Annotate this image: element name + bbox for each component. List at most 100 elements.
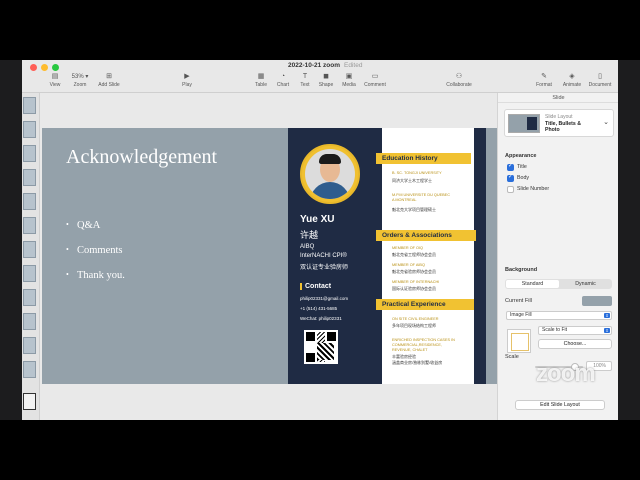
slide-number-checkbox[interactable] xyxy=(507,186,514,193)
format-icon: ✎ xyxy=(541,73,547,80)
slide-number-checkbox-label: Slide Number xyxy=(517,186,550,192)
qr-code xyxy=(304,330,338,364)
slide-canvas: Acknowledgement • Q&A • Comments • Thank yo… xyxy=(40,93,497,420)
standard-segment[interactable]: Standard xyxy=(506,280,559,288)
slide-thumbnail[interactable] xyxy=(23,217,36,234)
resume-edge xyxy=(474,128,486,384)
resume-credential: InterNACHI CPI® xyxy=(300,253,347,259)
slide-thumbnail[interactable] xyxy=(23,241,36,258)
bullet-dot-icon: • xyxy=(66,270,69,279)
add-slide-label: Add Slide xyxy=(98,82,120,88)
slide-title[interactable]: Acknowledgement xyxy=(66,146,217,169)
education-en: M.P.M UNIVERSITE DU QUEBEC xyxy=(392,193,450,197)
zoom-watermark-logo: zoom xyxy=(536,360,596,387)
toolbar: 2022-10-21 zoom Edited ▤ View 53% ▾ Zoom … xyxy=(22,60,618,92)
background-segmented-control: Standard Dynamic xyxy=(505,279,612,289)
title-checkbox[interactable] xyxy=(507,162,514,171)
document-title: 2022-10-21 zoom Edited xyxy=(288,62,362,69)
bullet-dot-icon: • xyxy=(66,220,69,229)
education-heading: Education History xyxy=(376,153,471,164)
body-checkbox-label: Body xyxy=(517,175,530,181)
practical-en: REVENUE, CHALET xyxy=(392,348,428,352)
slide-thumbnail[interactable] xyxy=(23,145,36,162)
resume-photo[interactable]: Yue XU 许越 AIBQ InterNACHI CPI® 双认证专业验房师 … xyxy=(288,128,486,384)
bullet-item: • Thank you. xyxy=(66,270,125,295)
slide-thumbnail[interactable] xyxy=(23,265,36,282)
appearance-heading: Appearance xyxy=(505,153,537,159)
scale-mode-select[interactable]: Scale to Fit ⇕ xyxy=(538,326,612,335)
bullet-text: Q&A xyxy=(77,220,101,231)
background-heading: Background xyxy=(505,267,538,273)
resume-credential: 双认证专业验房师 xyxy=(300,265,349,271)
portrait-avatar xyxy=(300,144,360,204)
choose-image-button[interactable]: Choose... xyxy=(538,339,612,349)
contact-email: philip02331@gmail.com xyxy=(300,296,349,301)
slide-thumbnail[interactable] xyxy=(23,313,36,330)
screen: 2022-10-21 zoom Edited ▤ View 53% ▾ Zoom … xyxy=(0,0,640,480)
left-dark-strip xyxy=(0,60,22,420)
current-fill-swatch[interactable] xyxy=(582,296,612,306)
orders-cn: 国际认证验房师协会会员 xyxy=(392,286,436,291)
slide-layout-picker[interactable]: Slide Layout Title, Bullets & Photo ⌄ xyxy=(504,109,614,137)
slide-thumbnail[interactable] xyxy=(23,337,36,354)
orders-cn: 魁北克省工程师协会会员 xyxy=(392,252,436,257)
add-slide-button[interactable]: ⊞ Add Slide xyxy=(94,72,124,88)
practical-cn: 涵盖商业房/独栋别墅/收益房 xyxy=(392,360,443,365)
slide-thumbnail[interactable] xyxy=(23,361,36,378)
comment-icon: ▭ xyxy=(371,73,379,80)
document-name: 2022-10-21 zoom xyxy=(288,62,341,69)
comment-label: Comment xyxy=(364,82,386,88)
animate-button[interactable]: ◈ Animate xyxy=(557,72,587,88)
orders-heading: Orders & Associations xyxy=(376,230,476,241)
bullet-text: Thank you. xyxy=(77,270,125,281)
document-icon: ▯ xyxy=(598,73,602,80)
comment-button[interactable]: ▭ Comment xyxy=(360,72,390,88)
practical-cn: 多年项目现场结构工程师 xyxy=(392,323,436,328)
orders-en: MEMBER OF AIBQ xyxy=(392,263,425,267)
avatar-hair xyxy=(319,154,341,164)
format-button[interactable]: ✎ Format xyxy=(529,72,559,88)
education-en: B. SC. TONGJI UNIVERSITY xyxy=(392,171,442,175)
orders-cn: 魁北克省验房师协会会员 xyxy=(392,269,436,274)
edited-status: Edited xyxy=(344,62,363,69)
slide-thumbnail[interactable] xyxy=(23,169,36,186)
document-button[interactable]: ▯ Document xyxy=(585,72,615,88)
play-label: Play xyxy=(182,82,192,88)
contact-phone: +1 (514) 431-5685 xyxy=(300,306,338,311)
slide-thumbnail[interactable] xyxy=(23,97,36,114)
slide-thumbnail[interactable] xyxy=(23,193,36,210)
zoom-button[interactable]: 53% ▾ Zoom xyxy=(65,72,95,88)
fill-type-select[interactable]: Image Fill ⇕ xyxy=(506,311,612,320)
add-slide-icon: ⊞ xyxy=(106,73,112,80)
orders-en: MEMBER OF INTERNACHI xyxy=(392,280,440,284)
right-dark-strip xyxy=(618,60,640,420)
document-label: Document xyxy=(588,82,612,88)
edit-slide-layout-button[interactable]: Edit Slide Layout xyxy=(515,400,605,410)
bullet-dot-icon: • xyxy=(66,245,69,254)
slide-bullets[interactable]: • Q&A • Comments • Thank you. xyxy=(66,220,125,295)
close-window-button[interactable] xyxy=(30,64,37,71)
slide-thumbnail-selected[interactable] xyxy=(23,393,36,410)
current-fill-label: Current Fill xyxy=(505,298,532,304)
image-well[interactable] xyxy=(507,329,531,353)
education-cn: 魁北克大学项目管理硕士 xyxy=(392,207,436,212)
minimize-window-button[interactable] xyxy=(41,64,48,71)
education-cn: 同济大学土木工程学士 xyxy=(392,178,432,183)
inspector-tab-slide[interactable]: Slide xyxy=(498,93,618,103)
body-checkbox[interactable] xyxy=(507,173,514,182)
slide-navigator xyxy=(22,93,40,420)
slide-thumbnail[interactable] xyxy=(23,289,36,306)
play-button[interactable]: ▶ Play xyxy=(172,72,202,88)
resume-name-cn: 许越 xyxy=(300,230,319,240)
select-arrows-icon: ⇕ xyxy=(604,313,610,318)
scale-mode-value: Scale to Fit xyxy=(542,327,568,333)
dynamic-segment[interactable]: Dynamic xyxy=(559,279,612,289)
zoom-value: 53% xyxy=(71,74,84,80)
collaborate-button[interactable]: ⚇ Collaborate xyxy=(444,72,474,88)
slide-thumbnail[interactable] xyxy=(23,121,36,138)
collaborate-icon: ⚇ xyxy=(455,73,463,80)
layout-name-line2: Photo xyxy=(545,127,560,133)
fullscreen-window-button[interactable] xyxy=(52,64,59,71)
avatar-body xyxy=(310,182,350,199)
current-slide[interactable]: Acknowledgement • Q&A • Comments • Thank yo… xyxy=(42,128,497,384)
